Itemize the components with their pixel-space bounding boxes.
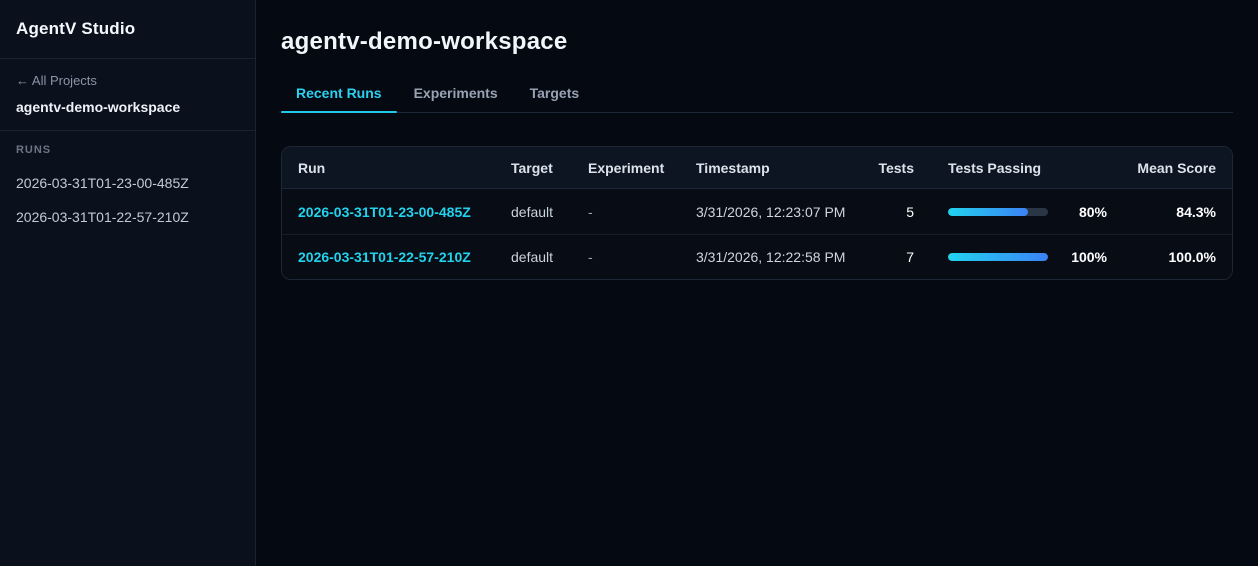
experiment-cell: - [588,249,593,265]
target-cell: default [511,249,554,265]
tests-passing-progress-fill [948,207,1028,216]
table-row: 2026-03-31T01-22-57-210Z default - 3/31/… [282,234,1232,279]
tests-passing-percent: 100% [1071,249,1107,265]
tab-bar: Recent Runs Experiments Targets [281,85,1233,113]
sidebar-header: AgentV Studio [0,0,255,59]
app-title: AgentV Studio [16,19,136,38]
mean-score-cell: 84.3% [1176,203,1216,220]
runs-table-card: Run Target Experiment Timestamp Tests Te… [281,146,1233,280]
tab-targets[interactable]: Targets [515,85,595,112]
runs-section-label: RUNS [16,144,52,156]
sidebar-run-item[interactable]: 2026-03-31T01-23-00-485Z [0,166,255,200]
tests-count-cell: 5 [906,203,914,220]
column-header-timestamp: Timestamp [696,159,770,176]
sidebar-project-section: ← All Projects agentv-demo-workspace [0,59,255,131]
column-header-target: Target [511,159,553,176]
tests-passing-progress-bar [948,253,1048,261]
tests-passing-cell: 80% [914,204,1107,220]
tab-experiments[interactable]: Experiments [399,85,513,112]
sidebar-run-item[interactable]: 2026-03-31T01-22-57-210Z [0,200,255,234]
table-row: 2026-03-31T01-23-00-485Z default - 3/31/… [282,189,1232,234]
column-header-mean-score: Mean Score [1137,159,1216,176]
tests-passing-cell: 100% [914,249,1107,265]
target-cell: default [511,203,554,220]
tests-passing-progress-bar [948,207,1048,216]
column-header-run: Run [298,159,326,176]
column-header-tests: Tests [878,159,914,176]
all-projects-back-link[interactable]: ← All Projects [16,73,239,88]
tests-passing-percent: 80% [1078,203,1107,220]
experiment-cell: - [588,203,593,220]
sidebar-workspace-name: agentv-demo-workspace [16,99,181,115]
run-link[interactable]: 2026-03-31T01-23-00-485Z [298,204,471,220]
main-content: agentv-demo-workspace Recent Runs Experi… [256,0,1258,566]
column-header-tests-passing: Tests Passing [948,159,1042,176]
sidebar: AgentV Studio ← All Projects agentv-demo… [0,0,256,566]
column-header-experiment: Experiment [588,159,665,176]
timestamp-cell: 3/31/2026, 12:22:58 PM [696,249,846,265]
mean-score-cell: 100.0% [1168,249,1216,265]
table-header-row: Run Target Experiment Timestamp Tests Te… [282,147,1232,189]
sidebar-runs-section: RUNS 2026-03-31T01-23-00-485Z 2026-03-31… [0,131,255,234]
tests-passing-progress-fill [948,253,1048,261]
page-title: agentv-demo-workspace [281,28,568,55]
tests-count-cell: 7 [906,249,914,265]
timestamp-cell: 3/31/2026, 12:23:07 PM [696,203,846,220]
run-link[interactable]: 2026-03-31T01-22-57-210Z [298,249,471,265]
tab-recent-runs[interactable]: Recent Runs [281,85,397,113]
app-window: AgentV Studio ← All Projects agentv-demo… [0,0,1258,566]
